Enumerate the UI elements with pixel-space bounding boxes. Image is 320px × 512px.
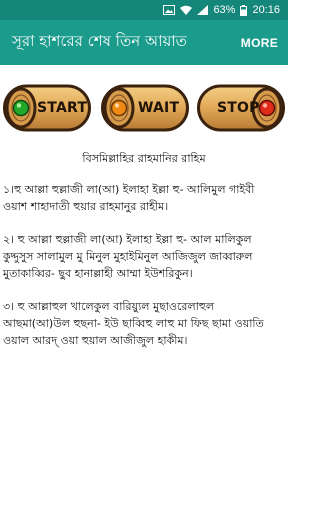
start-button[interactable]: START — [3, 84, 91, 132]
app-title: সূরা হাশরের শেষ তিন আয়াত — [12, 32, 187, 50]
status-bar: 63% 20:16 — [0, 0, 288, 20]
verse-3: ৩। হু আল্লাহুল খালেকুল বারিয়্যুল মুছাওর… — [3, 300, 264, 347]
image-notification-icon — [163, 5, 176, 15]
bismillah-heading: বিসমিল্লাহির রাহমানির রাহিম — [82, 152, 206, 165]
battery-icon — [240, 4, 248, 16]
app-bar: সূরা হাশরের শেষ তিন আয়াত MORE — [0, 20, 288, 65]
signal-icon — [197, 5, 209, 15]
stop-label: STOP — [217, 100, 260, 116]
more-button[interactable]: MORE — [241, 36, 278, 50]
wait-label: WAIT — [138, 100, 180, 116]
verse-1: ১।হু আল্লা হুল্লাজী লা(আ) ইলাহা ইল্লা হু… — [3, 183, 255, 213]
surah-content: বিসমিল্লাহির রাহমানির রাহিম ১।হু আল্লা হ… — [0, 150, 288, 365]
wait-button[interactable]: WAIT — [101, 84, 189, 132]
verse-2: ২। হু আল্লা হুল্লাজী লা(আ) ইলাহা ইল্লা হ… — [3, 233, 253, 280]
playback-controls: START WAIT STOP — [0, 84, 288, 132]
stop-button[interactable]: STOP — [197, 84, 285, 132]
battery-percent: 63% — [213, 4, 236, 16]
clock: 20:16 — [252, 4, 280, 16]
start-label: START — [37, 100, 88, 116]
wifi-icon — [180, 5, 193, 15]
